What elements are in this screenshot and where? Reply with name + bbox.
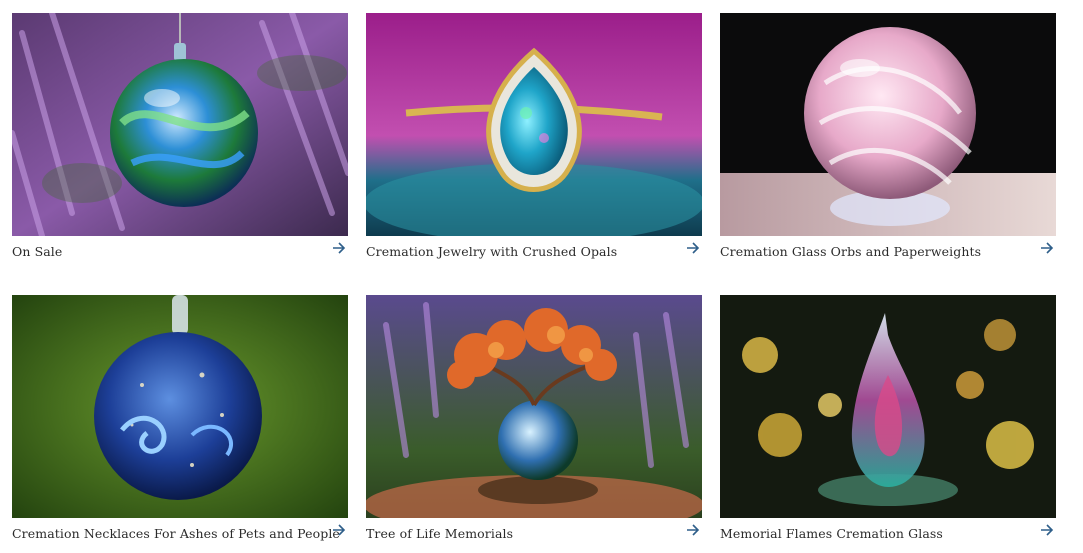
arrow-right-icon[interactable] xyxy=(332,522,346,538)
category-image-memorial-flames[interactable] xyxy=(720,295,1056,518)
category-card-tree-of-life[interactable]: Tree of Life Memorials xyxy=(366,295,702,545)
category-image-opal-jewelry[interactable] xyxy=(366,13,702,236)
category-label[interactable]: On Sale xyxy=(12,244,62,259)
category-card-glass-orbs[interactable]: Cremation Glass Orbs and Paperweights xyxy=(720,13,1056,263)
category-image-tree-of-life[interactable] xyxy=(366,295,702,518)
arrow-right-icon[interactable] xyxy=(1040,522,1054,538)
arrow-right-icon[interactable] xyxy=(686,522,700,538)
category-card-on-sale[interactable]: On Sale xyxy=(12,13,348,263)
category-image-on-sale[interactable] xyxy=(12,13,348,236)
category-card-opal-jewelry[interactable]: Cremation Jewelry with Crushed Opals xyxy=(366,13,702,263)
arrow-right-icon[interactable] xyxy=(1040,240,1054,256)
category-image-glass-orbs[interactable] xyxy=(720,13,1056,236)
category-card-memorial-flames[interactable]: Memorial Flames Cremation Glass xyxy=(720,295,1056,545)
arrow-right-icon[interactable] xyxy=(332,240,346,256)
category-card-necklaces[interactable]: Cremation Necklaces For Ashes of Pets an… xyxy=(12,295,348,545)
arrow-right-icon[interactable] xyxy=(686,240,700,256)
category-label[interactable]: Tree of Life Memorials xyxy=(366,526,513,541)
category-label[interactable]: Cremation Glass Orbs and Paperweights xyxy=(720,244,981,259)
category-label[interactable]: Cremation Jewelry with Crushed Opals xyxy=(366,244,617,259)
category-label[interactable]: Memorial Flames Cremation Glass xyxy=(720,526,943,541)
category-label[interactable]: Cremation Necklaces For Ashes of Pets an… xyxy=(12,526,340,541)
category-image-necklaces[interactable] xyxy=(12,295,348,518)
